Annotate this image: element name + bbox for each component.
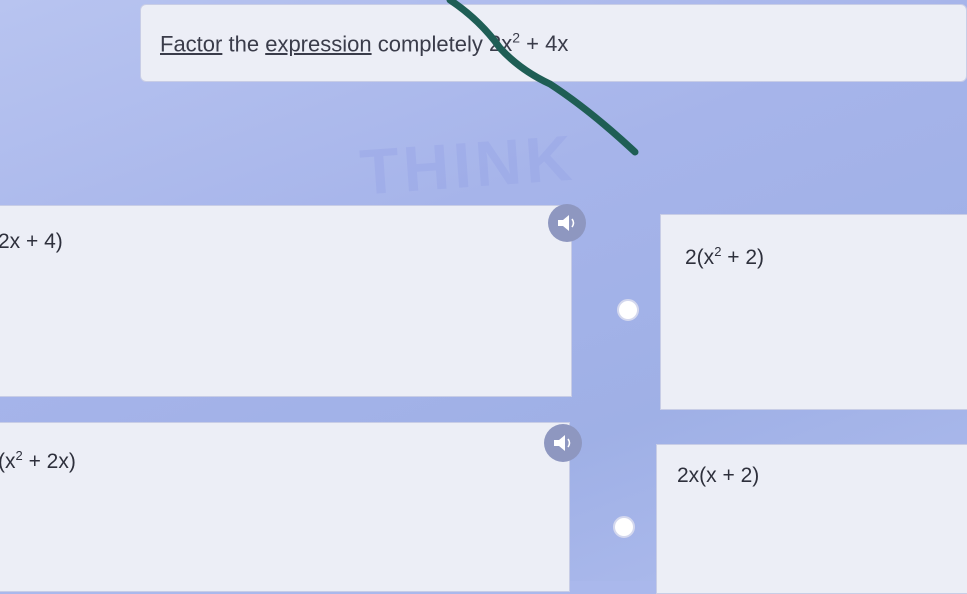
question-word[interactable]: Factor [160, 31, 222, 56]
answer-radio-b2[interactable] [613, 516, 635, 538]
answer-card-a2[interactable] [0, 422, 570, 592]
speaker-button-a2[interactable] [544, 424, 582, 462]
answer-text-b1: 2(x2 + 2) [685, 244, 765, 269]
speaker-button-a1[interactable] [548, 204, 586, 242]
question-word: the [228, 31, 260, 57]
answer-radio-b1[interactable] [617, 299, 639, 321]
speaker-icon [554, 435, 571, 451]
pen-line [446, 0, 639, 156]
answer-text-a2: (x2 + 2x) [0, 448, 76, 473]
speaker-icon [558, 215, 575, 231]
answer-text-b2: 2x(x + 2) [677, 464, 760, 487]
answer-text-a1: 2x + 4) [0, 230, 63, 253]
question-word[interactable]: expression [265, 31, 371, 56]
answer-card-a1[interactable] [0, 205, 572, 397]
